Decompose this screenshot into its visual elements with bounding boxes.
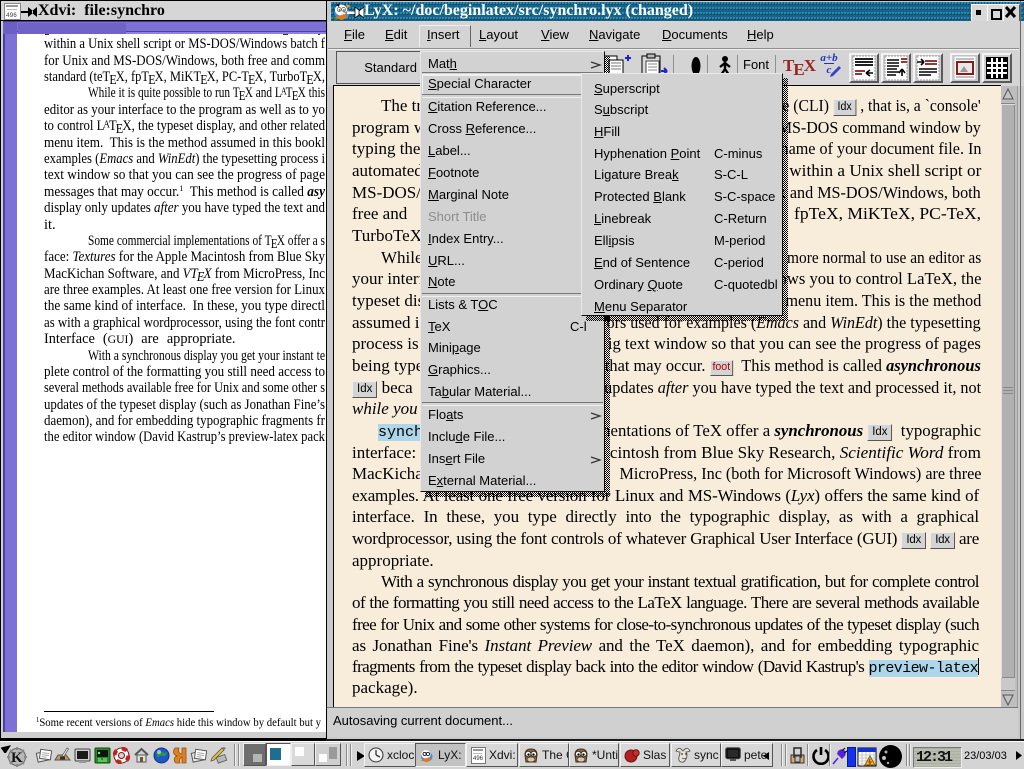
svg-text:K: K [11, 750, 23, 766]
